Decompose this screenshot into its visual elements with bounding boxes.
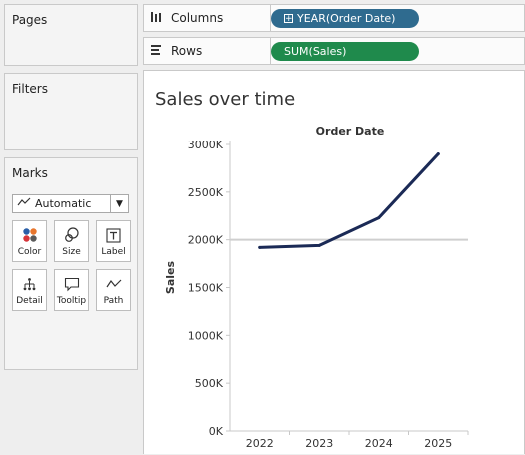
detail-label: Detail — [16, 296, 43, 306]
color-icon — [22, 224, 38, 246]
data-point — [317, 243, 321, 247]
detail-icon — [22, 273, 37, 295]
mark-type-label: Automatic — [35, 197, 92, 210]
line-mark-icon — [13, 197, 35, 210]
y-tick-label: 3000K — [188, 141, 224, 151]
x-tick-label: 2024 — [365, 437, 393, 450]
columns-pill-label: YEAR(Order Date) — [297, 12, 396, 25]
y-tick-label: 500K — [195, 377, 224, 390]
x-tick-label: 2025 — [424, 437, 452, 450]
label-icon — [106, 224, 121, 246]
chevron-down-icon[interactable]: ▼ — [110, 195, 128, 212]
y-axis-label: Sales — [164, 260, 177, 294]
path-button[interactable]: Path — [96, 269, 131, 311]
label-button[interactable]: Label — [96, 220, 131, 262]
rows-pill-label: SUM(Sales) — [284, 45, 347, 58]
marks-title: Marks — [12, 166, 48, 180]
rows-icon — [150, 44, 162, 59]
filters-shelf[interactable]: Filters — [4, 73, 138, 150]
rows-pill[interactable]: SUM(Sales) — [271, 42, 419, 61]
tooltip-button[interactable]: Tooltip — [54, 269, 89, 311]
tooltip-icon — [64, 273, 80, 295]
detail-button[interactable]: Detail — [12, 269, 47, 311]
sheet-title[interactable]: Sales over time — [155, 89, 295, 110]
path-label: Path — [103, 296, 124, 306]
mark-type-dropdown[interactable]: Automatic ▼ — [12, 194, 129, 213]
data-point — [436, 152, 440, 156]
line-chart[interactable]: 0K 500K 1000K 1500K 2000K 2500K 3000K 2022 2023 2… — [144, 141, 524, 455]
y-tick-label: 1000K — [188, 329, 224, 342]
y-tick-label: 2000K — [188, 234, 224, 247]
size-icon — [64, 224, 80, 246]
sales-line — [258, 152, 440, 249]
x-tick-label: 2023 — [305, 437, 333, 450]
filters-title: Filters — [12, 82, 48, 96]
y-tick-label: 2500K — [188, 186, 224, 199]
pages-shelf[interactable]: Pages — [4, 4, 138, 66]
rows-shelf[interactable]: Rows SUM(Sales) — [143, 37, 525, 65]
x-tick-label: 2022 — [246, 437, 274, 450]
columns-label: Columns — [171, 11, 224, 25]
path-icon — [106, 273, 122, 295]
expand-plus-icon[interactable]: + — [284, 14, 293, 24]
columns-shelf[interactable]: Columns + YEAR(Order Date) — [143, 4, 525, 32]
tooltip-label: Tooltip — [56, 296, 87, 306]
label-label: Label — [101, 247, 126, 257]
rows-label: Rows — [171, 44, 203, 58]
y-tick-label: 0K — [209, 425, 224, 438]
data-point — [377, 216, 381, 220]
data-point — [258, 245, 262, 249]
marks-card: Marks Automatic ▼ Color Size Label Detai… — [4, 157, 138, 370]
y-tick-label: 1500K — [188, 282, 224, 295]
size-button[interactable]: Size — [54, 220, 89, 262]
size-label: Size — [62, 247, 81, 257]
columns-icon — [150, 11, 162, 26]
color-label: Color — [17, 247, 42, 257]
column-header: Order Date — [315, 125, 385, 138]
worksheet-view: Sales over time Order Date 0K 500K 1000K 15… — [143, 70, 525, 454]
pages-title: Pages — [12, 13, 48, 27]
columns-pill[interactable]: + YEAR(Order Date) — [271, 9, 419, 28]
color-button[interactable]: Color — [12, 220, 47, 262]
